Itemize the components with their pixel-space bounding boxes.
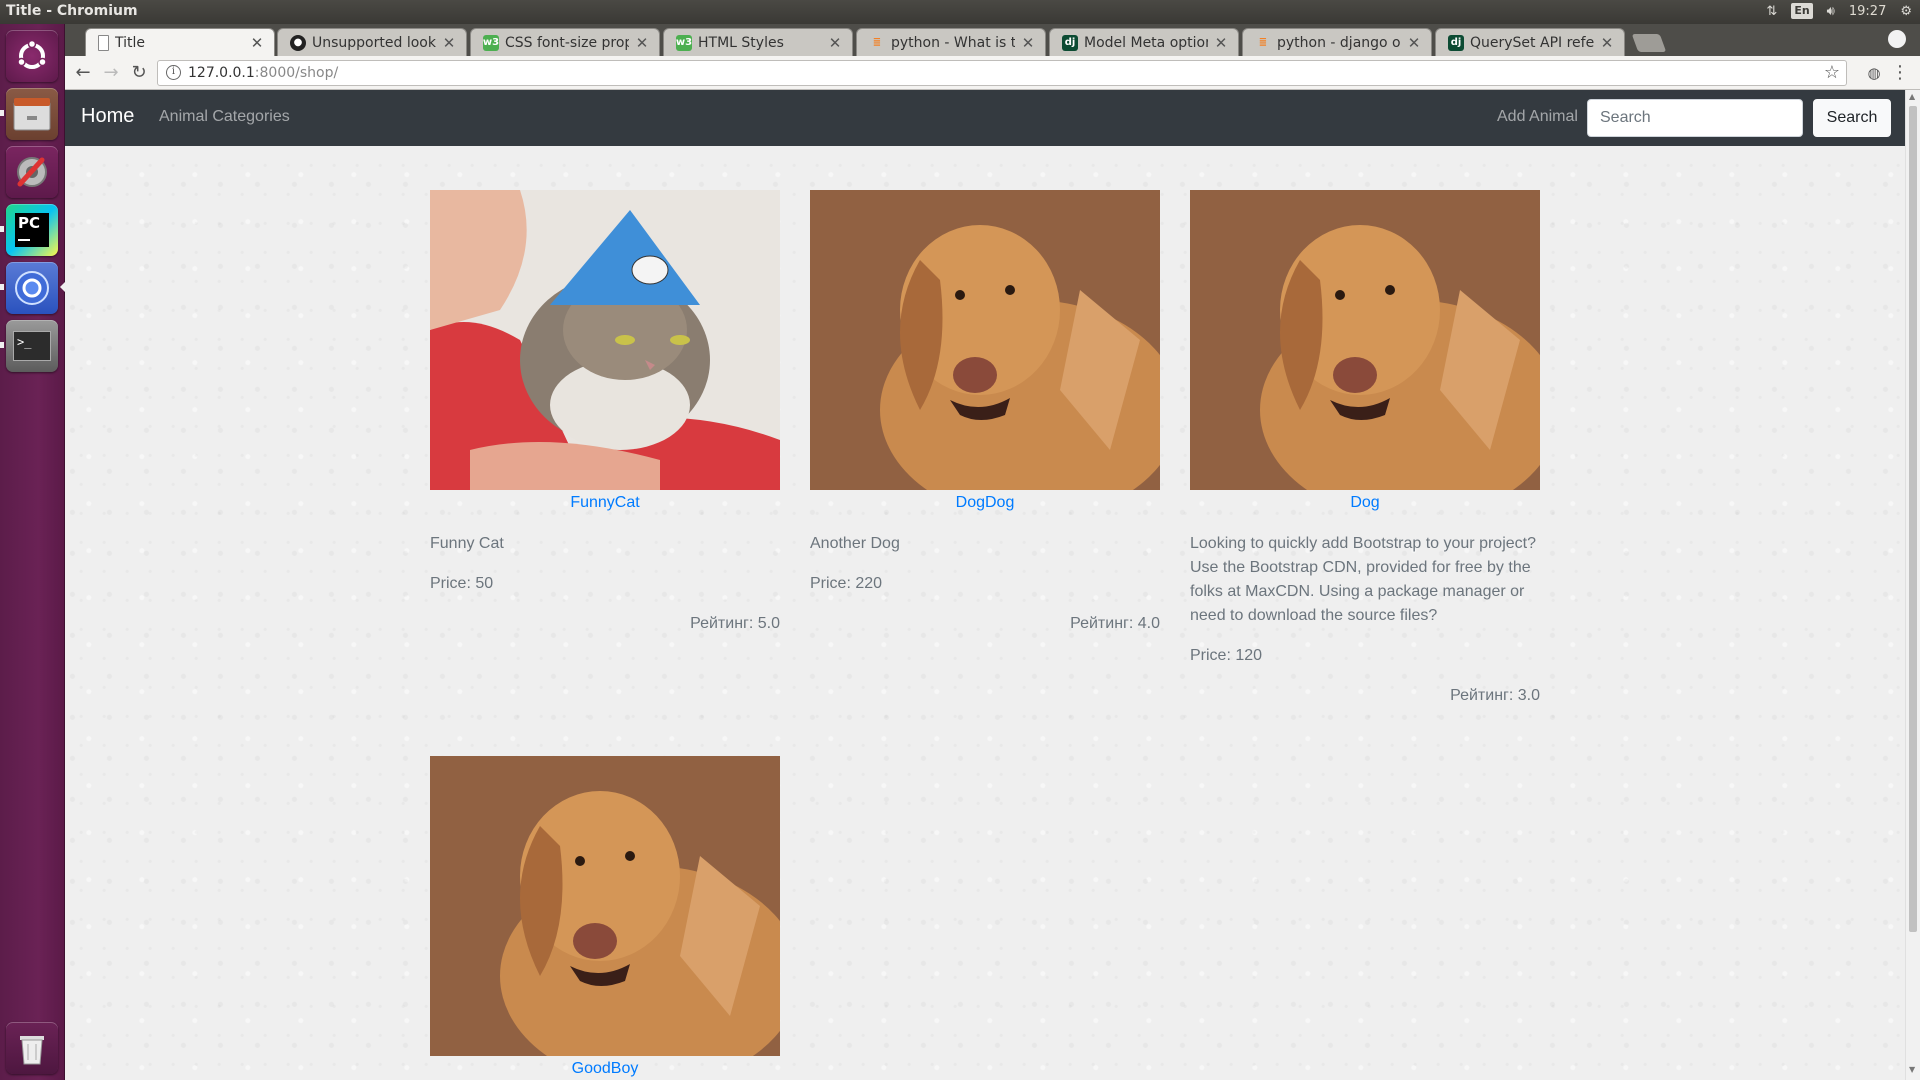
forward-arrow-icon[interactable]: → — [99, 62, 123, 84]
running-indicator — [0, 226, 4, 232]
animal-name-link[interactable]: FunnyCat — [430, 492, 780, 514]
animal-rating: Рейтинг: 4.0 — [1070, 615, 1160, 632]
navbar: Home Animal Categories Add Animal Search — [65, 90, 1905, 146]
animal-rating: Рейтинг: 3.0 — [1450, 687, 1540, 704]
trash-icon[interactable] — [6, 1022, 58, 1074]
page-icon — [98, 34, 109, 51]
os-top-panel: Title - Chromium ⇅ En 🔊︎ 19:27 ⚙ — [0, 0, 1920, 24]
url-host: 127.0.0.1 — [188, 65, 255, 81]
chromium-icon[interactable] — [6, 262, 58, 314]
dog-photo[interactable] — [430, 756, 780, 1056]
window-title: Title - Chromium — [6, 3, 138, 19]
unity-launcher: PC >_ — [0, 24, 65, 1080]
w3schools-icon: w3 — [676, 34, 692, 51]
animal-price: Price: 220 — [810, 575, 883, 592]
nav-animal-categories-link[interactable]: Animal Categories — [159, 108, 290, 126]
nav-home-link[interactable]: Home — [81, 105, 134, 128]
scrollbar-thumb[interactable] — [1909, 106, 1917, 932]
search-button[interactable]: Search — [1813, 99, 1891, 137]
new-tab-button[interactable] — [1631, 34, 1667, 52]
reload-icon[interactable]: ↻ — [127, 62, 151, 84]
close-icon[interactable]: ✕ — [828, 34, 842, 52]
info-icon[interactable]: i — [166, 65, 181, 80]
animal-card: FunnyCat Funny Cat Price: 50 Рейтинг: 5.… — [430, 190, 780, 636]
w3schools-icon: w3 — [483, 34, 499, 51]
network-icon[interactable]: ⇅ — [1766, 4, 1777, 19]
dog-photo[interactable] — [810, 190, 1160, 490]
tab-python-what-is[interactable]: ≣ python - What is th ✕ — [856, 28, 1046, 56]
keyboard-layout-indicator[interactable]: En — [1791, 3, 1813, 19]
tab-python-django[interactable]: ≣ python - django or ✕ — [1242, 28, 1432, 56]
extension-icon[interactable]: ◍ — [1862, 62, 1886, 84]
tab-queryset-api[interactable]: dj QuerySet API refer ✕ — [1435, 28, 1625, 56]
address-bar[interactable]: i 127.0.0.1:8000/shop/ ☆ — [157, 60, 1847, 86]
animal-rating: Рейтинг: 5.0 — [690, 615, 780, 632]
animal-description: Funny Cat — [430, 535, 504, 552]
cat-photo[interactable] — [430, 190, 780, 490]
stackoverflow-icon: ≣ — [872, 37, 882, 48]
back-arrow-icon[interactable]: ← — [71, 62, 95, 84]
animal-name-link[interactable]: DogDog — [810, 492, 1160, 514]
django-icon: dj — [1448, 34, 1464, 51]
search-input[interactable] — [1587, 99, 1803, 137]
address-url: 127.0.0.1:8000/shop/ — [188, 65, 338, 81]
close-icon[interactable]: ✕ — [1407, 34, 1421, 52]
system-settings-icon[interactable] — [6, 146, 58, 198]
animal-card: Dog Looking to quickly add Bootstrap to … — [1190, 190, 1540, 708]
terminal-icon[interactable]: >_ — [6, 320, 58, 372]
pycharm-icon[interactable]: PC — [6, 204, 58, 256]
nav-add-animal-link[interactable]: Add Animal — [1497, 108, 1578, 126]
clock[interactable]: 19:27 — [1849, 4, 1886, 19]
close-icon[interactable]: ✕ — [442, 34, 456, 52]
running-indicator — [0, 342, 4, 348]
ubuntu-dash-icon[interactable] — [6, 30, 58, 82]
running-indicator — [0, 110, 4, 116]
close-icon[interactable]: ✕ — [635, 34, 649, 52]
close-icon[interactable]: ✕ — [1600, 34, 1614, 52]
tab-title[interactable]: Title ✕ — [85, 28, 275, 56]
browser-toolbar: ← → ↻ i 127.0.0.1:8000/shop/ ☆ ◍ ⋮ — [65, 56, 1920, 90]
volume-icon[interactable]: 🔊︎ — [1827, 4, 1835, 19]
profile-icon[interactable] — [1888, 30, 1906, 48]
tab-model-meta[interactable]: dj Model Meta option ✕ — [1049, 28, 1239, 56]
scroll-down-icon[interactable]: ▼ — [1909, 1065, 1915, 1074]
tab-github[interactable]: ● Unsupported looku ✕ — [277, 28, 467, 56]
animal-name-link[interactable]: GoodBoy — [430, 1058, 780, 1080]
animal-card: DogDog Another Dog Price: 220 Рейтинг: 4… — [810, 190, 1160, 636]
page-scrollbar[interactable]: ▲ ▼ — [1905, 90, 1920, 1080]
bookmark-star-icon[interactable]: ☆ — [1824, 62, 1840, 83]
tab-css-font-size[interactable]: w3 CSS font-size prope ✕ — [470, 28, 660, 56]
django-icon: dj — [1062, 34, 1078, 51]
animal-description: Looking to quickly add Bootstrap to your… — [1190, 535, 1536, 624]
dog-photo[interactable] — [1190, 190, 1540, 490]
files-icon[interactable] — [6, 88, 58, 140]
tab-html-styles[interactable]: w3 HTML Styles ✕ — [663, 28, 853, 56]
animal-price: Price: 50 — [430, 575, 494, 592]
close-icon[interactable]: ✕ — [1021, 34, 1035, 52]
page-viewport: Home Animal Categories Add Animal Search… — [65, 90, 1905, 1080]
animal-price: Price: 120 — [1190, 647, 1263, 664]
system-tray: ⇅ En 🔊︎ 19:27 ⚙ — [1766, 3, 1912, 19]
animal-name-link[interactable]: Dog — [1190, 492, 1540, 514]
browser-tab-strip: Title ✕ ● Unsupported looku ✕ w3 CSS fon… — [65, 24, 1920, 56]
settings-gear-icon[interactable]: ⚙ — [1900, 4, 1912, 19]
stackoverflow-icon: ≣ — [1258, 37, 1268, 48]
close-icon[interactable]: ✕ — [1214, 34, 1228, 52]
menu-icon[interactable]: ⋮ — [1888, 62, 1912, 84]
github-icon: ● — [290, 34, 306, 51]
scroll-up-icon[interactable]: ▲ — [1909, 92, 1915, 101]
url-path: :8000/shop/ — [254, 65, 339, 81]
running-indicator — [0, 284, 4, 290]
animal-card: GoodBoy — [430, 756, 780, 1080]
close-icon[interactable]: ✕ — [250, 34, 264, 52]
animal-description: Another Dog — [810, 535, 900, 552]
